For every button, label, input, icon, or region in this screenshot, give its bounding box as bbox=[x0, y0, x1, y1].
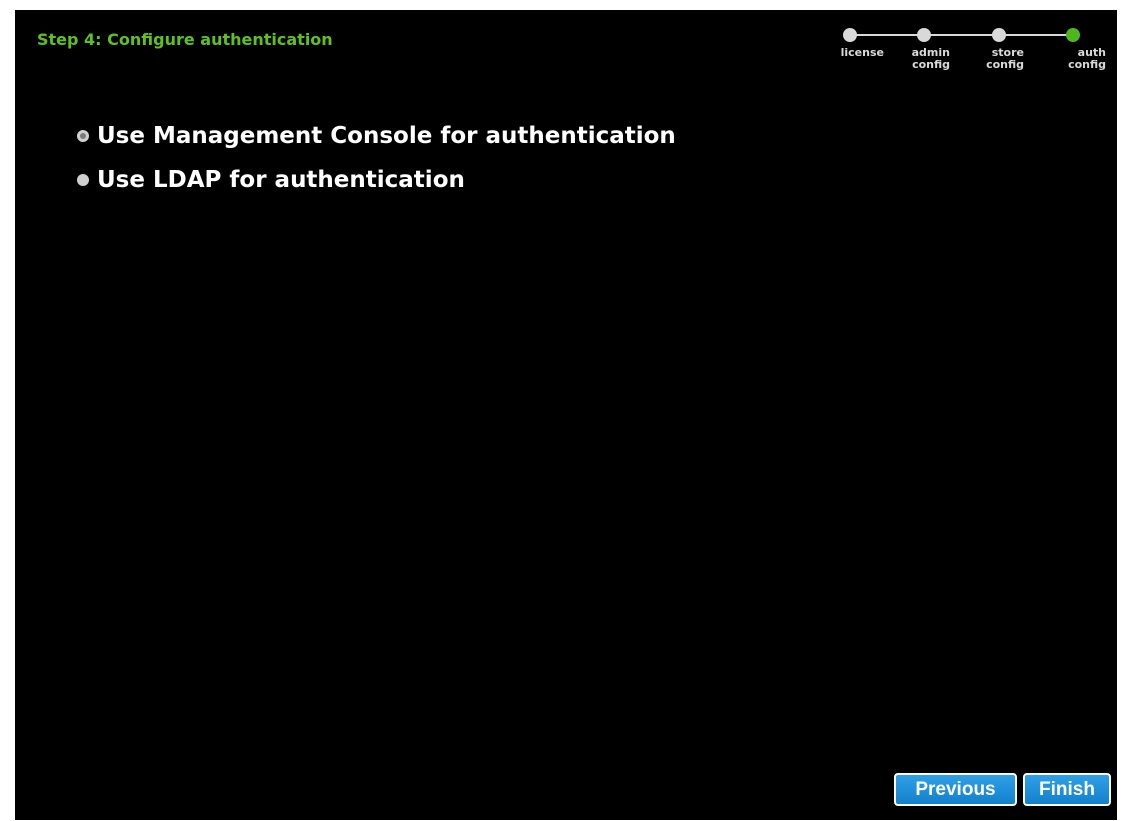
progress-label-admin-config: admin config bbox=[911, 46, 950, 71]
option-management-console[interactable]: Use Management Console for authenticatio… bbox=[77, 123, 676, 149]
finish-button[interactable]: Finish bbox=[1023, 773, 1111, 806]
option-management-console-label[interactable]: Use Management Console for authenticatio… bbox=[97, 123, 676, 149]
option-ldap[interactable]: Use LDAP for authentication bbox=[77, 167, 465, 193]
progress-dot-license bbox=[843, 28, 857, 42]
wizard-panel: Step 4: Configure authentication license… bbox=[15, 10, 1117, 820]
radio-management-console[interactable] bbox=[77, 130, 89, 142]
progress-label-store-config: store config bbox=[986, 46, 1024, 71]
previous-button[interactable]: Previous bbox=[894, 773, 1017, 806]
progress-label-auth-config: auth config bbox=[1068, 46, 1106, 71]
progress-indicator: license admin config store config auth c… bbox=[812, 25, 1112, 95]
progress-label-license: license bbox=[840, 46, 884, 59]
progress-dot-admin-config bbox=[917, 28, 931, 42]
progress-dot-auth-config bbox=[1066, 28, 1080, 42]
option-ldap-label[interactable]: Use LDAP for authentication bbox=[97, 167, 465, 193]
progress-line bbox=[850, 34, 1080, 36]
radio-ldap[interactable] bbox=[77, 174, 89, 186]
progress-dot-store-config bbox=[992, 28, 1006, 42]
step-title: Step 4: Configure authentication bbox=[37, 30, 333, 49]
